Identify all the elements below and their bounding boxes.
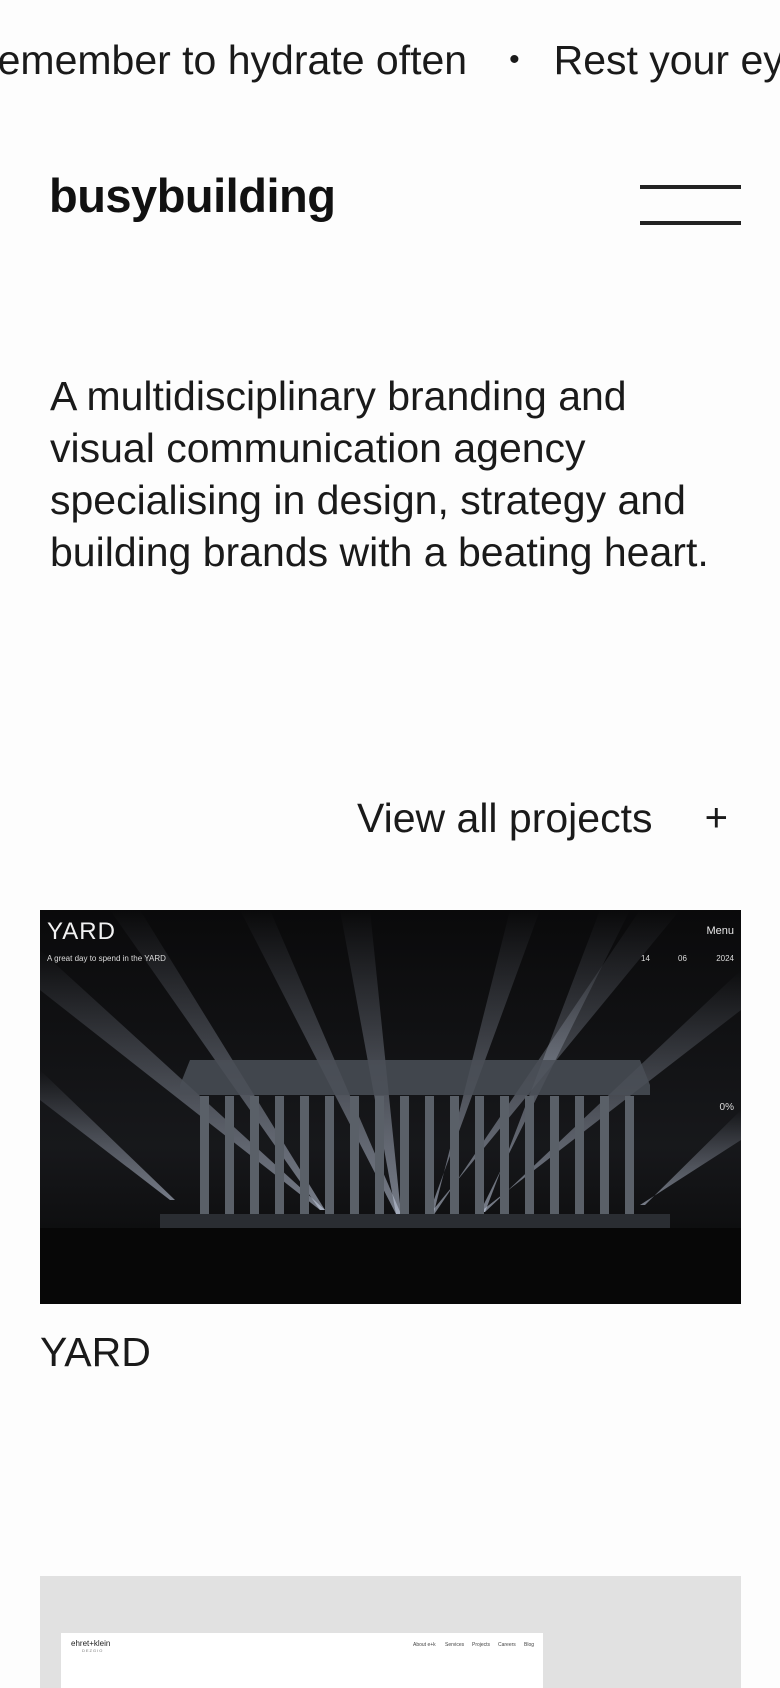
preview-nav-item: Blog [524, 1642, 535, 1648]
preview-nav-item: Projects [472, 1642, 491, 1648]
view-all-label: View all projects [357, 794, 653, 841]
plus-icon: + [704, 795, 728, 840]
preview-nav-item: Careers [498, 1642, 516, 1648]
preview-nav-item: Services [445, 1642, 465, 1648]
yard-preview-progress: 0% [719, 1102, 734, 1113]
project-card-yard[interactable]: YARD A great day to spend in the YARD Me… [40, 910, 741, 1378]
hamburger-menu-icon[interactable] [640, 183, 741, 227]
announcement-marquee: Remember to hydrate often • Rest your ey… [0, 0, 780, 120]
project-thumbnail[interactable]: ehret+klein DEZGIO About e+k Services Pr… [61, 1633, 543, 1688]
project-card-ehret-klein[interactable]: ehret+klein DEZGIO About e+k Services Pr… [40, 1576, 741, 1688]
yard-preview-month: 06 [678, 954, 687, 963]
yard-preview-logo: YARD [47, 918, 116, 945]
site-logo[interactable]: busybuilding [49, 168, 336, 224]
marquee-item: Remember to hydrate often [0, 37, 468, 83]
yard-preview-tagline: A great day to spend in the YARD [47, 954, 166, 963]
marquee-item: Rest your eyes and stretch [553, 37, 780, 83]
view-all-projects-link[interactable]: View all projects + [357, 790, 740, 846]
yard-preview-menu: Menu [706, 925, 734, 937]
ehret-klein-preview-sublogo: DEZGIO [82, 1648, 104, 1653]
yard-preview-year: 2024 [716, 954, 734, 963]
parthenon-lightshow-image [40, 910, 741, 1304]
intro-statement: A multidisciplinary branding and visual … [50, 373, 709, 575]
project-thumbnail[interactable]: YARD A great day to spend in the YARD Me… [40, 910, 741, 1304]
menu-bar [640, 185, 741, 189]
yard-preview-day: 14 [641, 954, 650, 963]
marquee-separator: • [509, 43, 520, 76]
ehret-klein-preview-logo: ehret+klein [71, 1639, 111, 1648]
project-title[interactable]: YARD [40, 1304, 741, 1378]
preview-nav-item: About e+k [413, 1642, 436, 1648]
marquee-track: Remember to hydrate often • Rest your ey… [0, 32, 780, 88]
menu-bar [640, 221, 741, 225]
